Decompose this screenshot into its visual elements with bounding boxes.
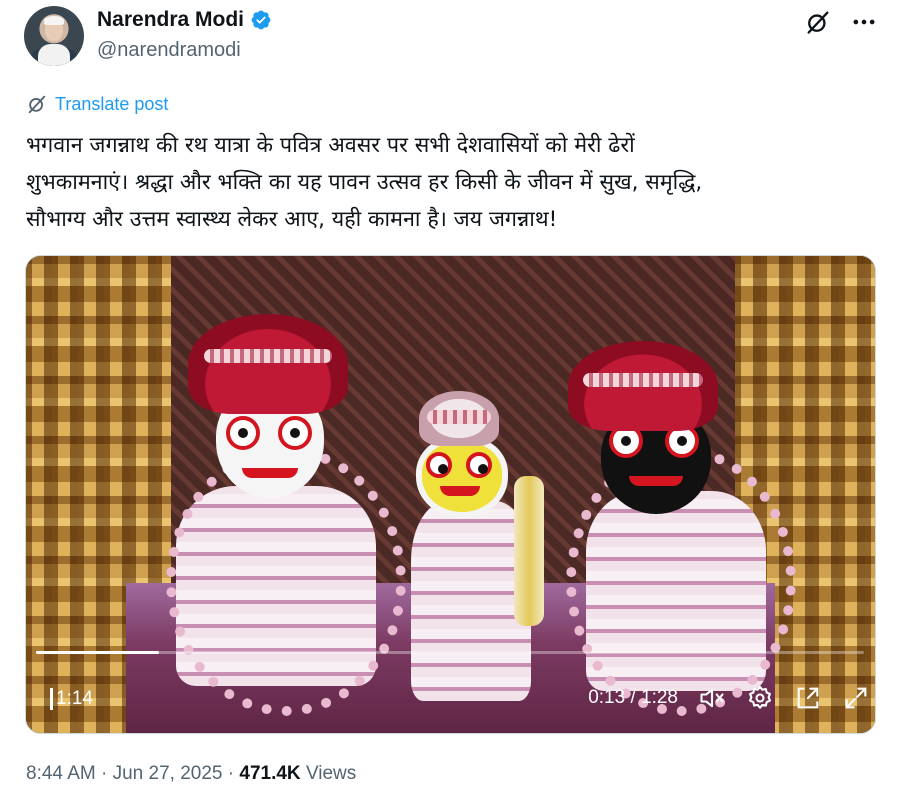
- deity-middle-face: [416, 436, 508, 518]
- avatar[interactable]: [24, 6, 84, 66]
- post-text: भगवान जगन्नाथ की रथ यात्रा के पवित्र अवस…: [26, 127, 876, 238]
- meta-separator: ·: [227, 763, 235, 784]
- post-date[interactable]: Jun 27, 2025: [113, 763, 223, 784]
- post-text-line: सौभाग्य और उत्तम स्वास्थ्य लेकर आए, यही …: [26, 207, 558, 232]
- meta-separator: ·: [101, 763, 108, 784]
- video-overlay-time: 1:14: [56, 688, 93, 709]
- settings-icon[interactable]: [746, 684, 774, 712]
- author-row: Narendra Modi: [97, 8, 272, 32]
- author-handle[interactable]: @narendramodi: [97, 39, 241, 62]
- deity-middle-crown: [419, 391, 499, 446]
- sudarshan-pillar: [514, 476, 544, 626]
- post-time[interactable]: 8:44 AM: [26, 763, 96, 784]
- video-controls: 0:13 / 1:28: [588, 684, 870, 712]
- mute-icon[interactable]: [698, 684, 726, 712]
- pip-icon[interactable]: [794, 684, 822, 712]
- video-player[interactable]: [25, 255, 876, 734]
- video-time-display: 0:13 / 1:28: [588, 687, 678, 708]
- deity-left-turban: [188, 314, 348, 414]
- grok-icon[interactable]: [804, 8, 832, 36]
- grok-translate-icon: [28, 95, 46, 114]
- post-text-line: भगवान जगन्नाथ की रथ यात्रा के पवित्र अवस…: [26, 133, 635, 158]
- deity-right-turban: [568, 341, 718, 431]
- translate-post-link[interactable]: Translate post: [26, 93, 168, 115]
- play-indicator-icon[interactable]: [50, 688, 53, 710]
- views-count: 471.4K: [239, 763, 301, 784]
- video-progress-bar[interactable]: [36, 651, 864, 654]
- video-overlay-left: 1:14: [50, 688, 93, 710]
- deity-middle-body: [411, 501, 531, 701]
- verified-badge-icon: [251, 10, 271, 30]
- header-actions: [804, 8, 878, 36]
- translate-label[interactable]: Translate post: [55, 94, 168, 115]
- fullscreen-icon[interactable]: [842, 684, 870, 712]
- post-text-line: शुभकामनाएं। श्रद्धा और भक्ति का यह पावन …: [26, 170, 703, 195]
- video-progress-fill: [36, 651, 159, 654]
- post-meta: 8:44 AM · Jun 27, 2025 · 471.4K Views: [26, 763, 356, 785]
- author-name[interactable]: Narendra Modi: [97, 8, 244, 32]
- views-label: Views: [305, 763, 357, 784]
- more-icon[interactable]: [850, 8, 878, 36]
